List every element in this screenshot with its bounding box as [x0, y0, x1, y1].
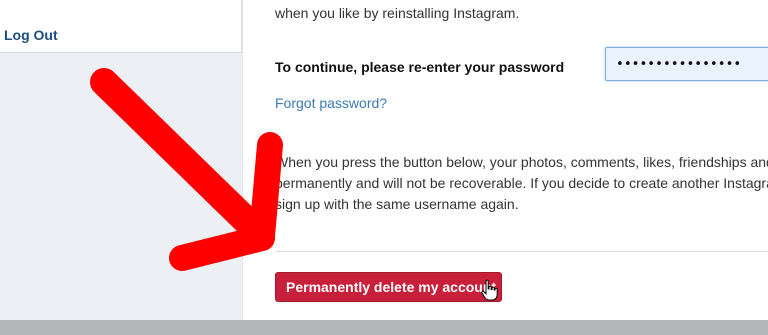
warning-line: sign up with the same username again.: [275, 196, 519, 212]
intro-text: when you like by reinstalling Instagram.: [275, 5, 520, 21]
warning-line: permanently and will not be recoverable.…: [275, 175, 768, 191]
divider: [275, 251, 768, 252]
warning-text: When you press the button below, your ph…: [275, 152, 768, 215]
sidebar: Log Out: [0, 0, 242, 320]
sidebar-menu: Log Out: [0, 0, 242, 53]
warning-line: When you press the button below, your ph…: [275, 154, 768, 170]
password-field[interactable]: [605, 47, 768, 81]
hand-pointer-icon: [481, 279, 498, 301]
sidebar-item-logout[interactable]: Log Out: [4, 27, 58, 43]
forgot-password-link[interactable]: Forgot password?: [275, 95, 387, 111]
delete-account-button[interactable]: Permanently delete my account: [275, 272, 502, 302]
footer-bar: [0, 320, 768, 335]
password-label: To continue, please re-enter your passwo…: [275, 59, 565, 75]
